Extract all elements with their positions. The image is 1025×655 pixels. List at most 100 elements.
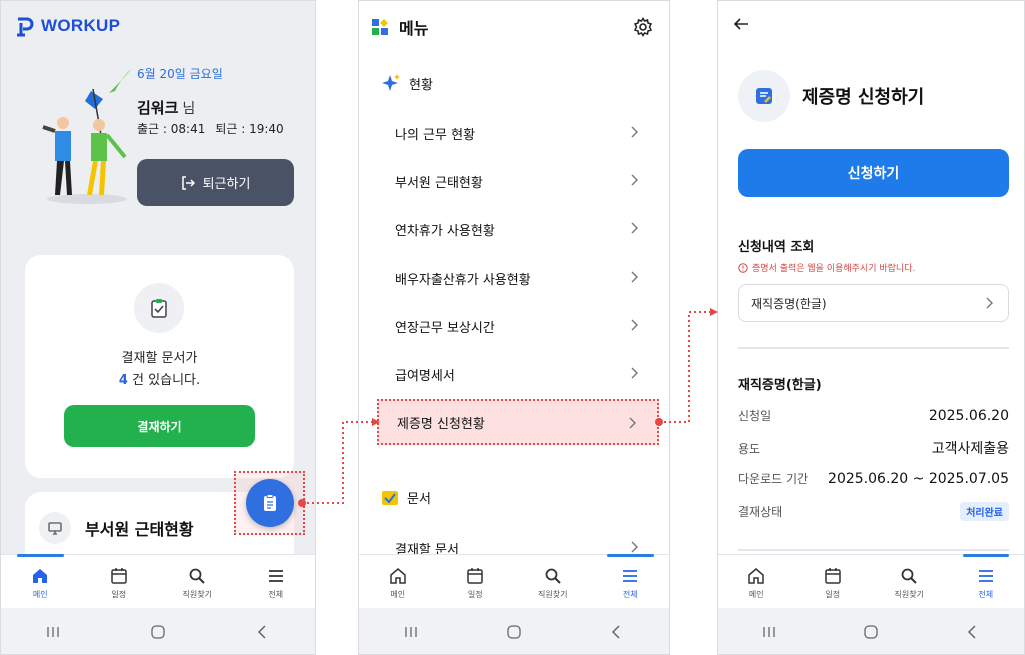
home-button-icon[interactable] bbox=[150, 624, 166, 640]
recent-apps-icon[interactable] bbox=[45, 624, 61, 640]
nav-label: 직원찾기 bbox=[182, 590, 212, 599]
nav-item-main[interactable]: 메인 bbox=[359, 555, 437, 608]
chevron-right-icon bbox=[631, 222, 638, 234]
calendar-icon bbox=[111, 568, 127, 584]
nav-item-all[interactable]: 전체 bbox=[237, 555, 316, 608]
approval-card: 결재할 문서가 4 건 있습니다. 결재하기 bbox=[25, 255, 294, 478]
home-icon bbox=[33, 569, 48, 583]
back-arrow-icon[interactable] bbox=[732, 15, 750, 33]
menu-item-label: 제증명 신청현황 bbox=[397, 416, 485, 432]
home-icon bbox=[390, 568, 406, 584]
recent-apps-icon[interactable] bbox=[403, 624, 419, 640]
menu-item-label: 부서원 근태현황 bbox=[395, 175, 483, 191]
home-button-icon[interactable] bbox=[863, 624, 879, 640]
back-button-icon[interactable] bbox=[255, 624, 271, 640]
menu-item-label: 급여명세서 bbox=[395, 368, 455, 384]
nav-label: 전체 bbox=[622, 590, 638, 599]
menu-header: 메뉴 bbox=[371, 15, 428, 39]
detail-heading: 재직증명(한글) bbox=[738, 378, 822, 393]
nav-label: 메인 bbox=[390, 590, 406, 599]
nav-label: 일정 bbox=[111, 590, 127, 599]
recent-apps-icon[interactable] bbox=[761, 624, 777, 640]
work-times: 출근 : 08:41 퇴근 : 19:40 bbox=[137, 120, 284, 137]
chevron-right-icon bbox=[631, 541, 638, 553]
cheering-people-illustration bbox=[42, 69, 131, 204]
nav-item-schedule[interactable]: 일정 bbox=[795, 555, 872, 608]
nav-item-find-staff[interactable]: 직원찾기 bbox=[514, 555, 592, 608]
document-fab-button[interactable] bbox=[246, 479, 294, 527]
app-grid-icon bbox=[372, 19, 388, 35]
nav-item-schedule[interactable]: 일정 bbox=[437, 555, 515, 608]
menu-title: 메뉴 bbox=[399, 19, 429, 38]
search-icon bbox=[545, 568, 561, 584]
workup-logo[interactable]: WORKUP bbox=[15, 15, 120, 37]
monitor-icon-wrap bbox=[39, 512, 71, 544]
dept-attendance-title: 부서원 근태현황 bbox=[85, 520, 194, 539]
nav-item-all[interactable]: 전체 bbox=[948, 554, 1025, 608]
android-system-bar bbox=[718, 608, 1024, 654]
search-icon bbox=[189, 568, 205, 584]
certificate-request-screen: 제증명 신청하기 신청하기 신청내역 조회 증명서 출력은 웹을 이용해주시기 … bbox=[717, 0, 1025, 655]
chevron-right-icon bbox=[631, 367, 638, 379]
menu-item-label: 연차휴가 사용현황 bbox=[395, 223, 495, 239]
approve-button[interactable]: 결재하기 bbox=[64, 405, 255, 447]
calendar-icon bbox=[467, 568, 483, 584]
user-name-text: 김워크 bbox=[137, 99, 179, 117]
home-button-icon[interactable] bbox=[506, 624, 522, 640]
user-name: 김워크 님 bbox=[137, 97, 195, 118]
search-icon bbox=[901, 568, 917, 584]
approval-count: 4 bbox=[118, 373, 128, 388]
warning-icon bbox=[738, 262, 748, 273]
menu-item-dept-attendance[interactable]: 부서원 근태현황 bbox=[377, 158, 659, 204]
approval-message-line2: 4 건 있습니다. bbox=[25, 369, 294, 388]
section-status: 현황 bbox=[381, 73, 433, 93]
nav-item-main[interactable]: 메인 bbox=[1, 554, 80, 608]
approval-doc-icon-wrap bbox=[134, 283, 184, 333]
clock-out-button-label: 퇴근하기 bbox=[202, 177, 251, 192]
divider bbox=[738, 549, 1009, 551]
detail-value: 2025.06.20 bbox=[928, 407, 1009, 424]
nav-item-main[interactable]: 메인 bbox=[718, 555, 795, 608]
menu-item-certificate-status[interactable]: 제증명 신청현황 bbox=[377, 399, 659, 445]
bottom-navigation: 메인 일정 직원찾기 전체 bbox=[718, 554, 1024, 608]
nav-item-find-staff[interactable]: 직원찾기 bbox=[158, 555, 237, 608]
detail-row-request-date: 신청일 2025.06.20 bbox=[738, 407, 1009, 424]
gear-icon[interactable] bbox=[633, 17, 653, 37]
main-screen: WORKUP 6월 20일 금요일 김워크 님 출근 : 08:41 퇴근 : 1… bbox=[0, 0, 316, 655]
menu-item-overtime-comp[interactable]: 연장근무 보상시간 bbox=[377, 303, 659, 349]
print-warning-text: 증명서 출력은 웹을 이용해주시기 바랍니다. bbox=[752, 264, 916, 274]
menu-icon bbox=[268, 570, 283, 582]
certificate-select[interactable]: 재직증명(한글) bbox=[738, 284, 1009, 322]
nav-label: 메인 bbox=[32, 590, 48, 599]
menu-item-my-work[interactable]: 나의 근무 현황 bbox=[377, 110, 659, 156]
clock-out-button[interactable]: 퇴근하기 bbox=[137, 159, 294, 206]
document-edit-icon-wrap bbox=[738, 70, 790, 122]
back-button-icon[interactable] bbox=[965, 624, 981, 640]
home-icon bbox=[748, 568, 764, 584]
detail-row-status: 결재상태 처리완료 bbox=[738, 502, 1009, 521]
sparkle-icon bbox=[382, 74, 400, 91]
section-documents-label: 문서 bbox=[407, 492, 431, 507]
nav-item-schedule[interactable]: 일정 bbox=[80, 555, 159, 608]
detail-row-download-period: 다운로드 기간 2025.06.20 ~ 2025.07.05 bbox=[738, 470, 1009, 487]
bottom-navigation: 메인 일정 직원찾기 전체 bbox=[359, 554, 669, 608]
menu-item-spouse-leave[interactable]: 배우자출산휴가 사용현황 bbox=[377, 255, 659, 301]
checkbox-icon bbox=[382, 490, 398, 505]
clipboard-check-icon bbox=[151, 299, 167, 318]
nav-item-find-staff[interactable]: 직원찾기 bbox=[871, 555, 948, 608]
apply-button[interactable]: 신청하기 bbox=[738, 149, 1009, 197]
back-button-icon[interactable] bbox=[609, 624, 625, 640]
chevron-right-icon bbox=[629, 417, 636, 429]
menu-icon bbox=[623, 570, 638, 582]
menu-item-label: 연장근무 보상시간 bbox=[395, 320, 495, 336]
menu-item-annual-leave[interactable]: 연차휴가 사용현황 bbox=[377, 206, 659, 252]
document-edit-icon bbox=[756, 88, 772, 104]
nav-item-all[interactable]: 전체 bbox=[592, 554, 670, 608]
menu-item-payslip[interactable]: 급여명세서 bbox=[377, 351, 659, 397]
workup-logo-icon bbox=[17, 17, 34, 37]
logout-icon bbox=[181, 175, 195, 190]
nav-label: 일정 bbox=[825, 590, 841, 599]
menu-item-label: 배우자출산휴가 사용현황 bbox=[395, 272, 531, 288]
detail-label: 용도 bbox=[738, 441, 761, 456]
android-system-bar bbox=[1, 608, 315, 654]
